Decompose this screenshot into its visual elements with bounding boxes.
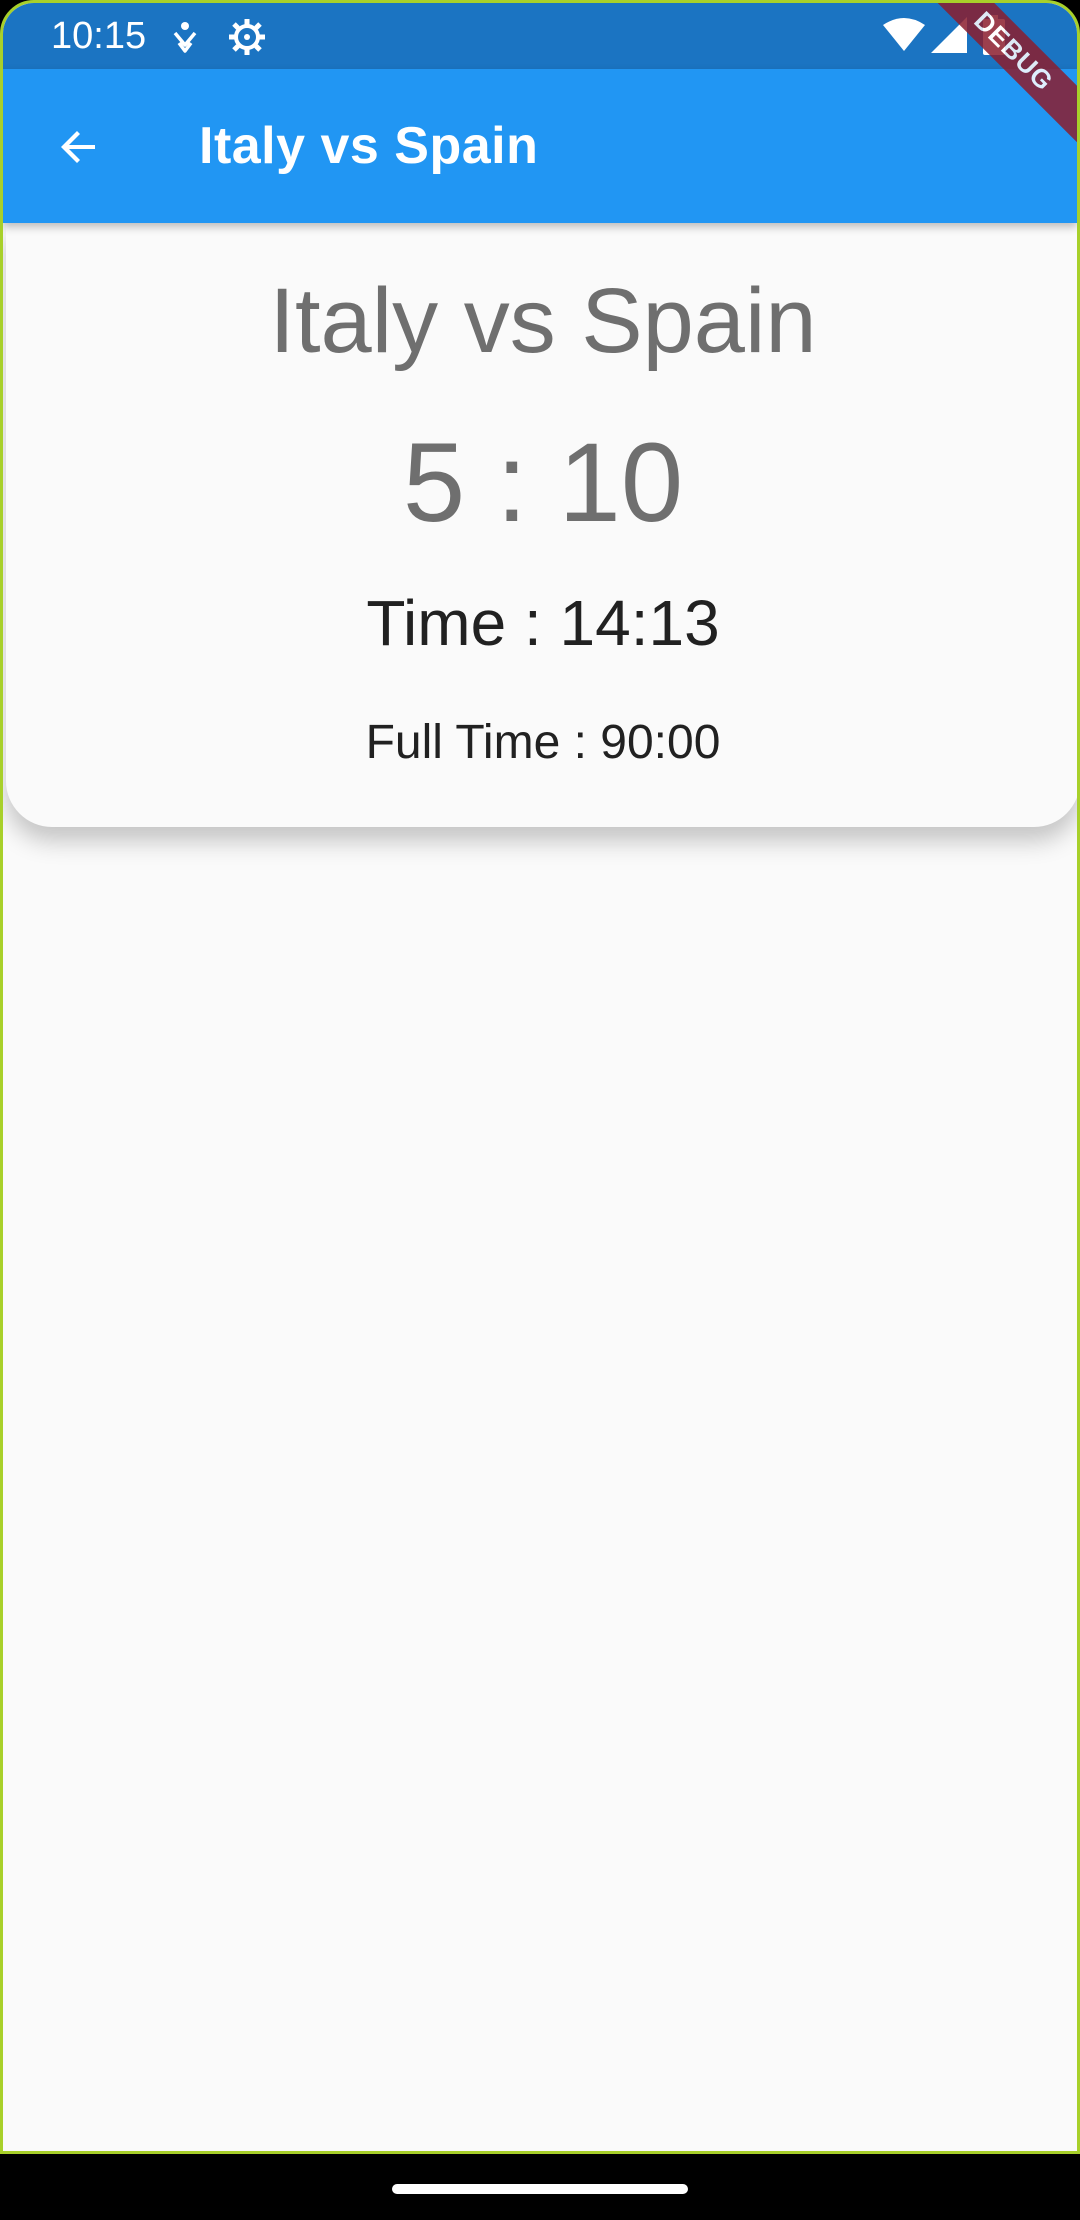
home-indicator[interactable] — [392, 2184, 688, 2194]
match-elapsed-time: Time : 14:13 — [366, 587, 720, 659]
back-button[interactable] — [31, 99, 127, 195]
match-title: Italy vs Spain — [269, 270, 817, 372]
match-card: Italy vs Spain 5 : 10 Time : 14:13 Full … — [6, 223, 1077, 827]
arrow-back-icon — [61, 131, 95, 163]
settings-gear-icon — [229, 19, 265, 55]
app-screen: 10:15 Italy vs Spain DEBUG Italy vs Spai… — [0, 0, 1080, 2154]
match-score: 5 : 10 — [402, 420, 684, 545]
app-bar: Italy vs Spain — [3, 69, 1077, 223]
app-bar-title: Italy vs Spain — [199, 117, 539, 175]
system-navigation-bar — [0, 2154, 1080, 2220]
status-time: 10:15 — [51, 15, 147, 57]
status-bar: 10:15 — [3, 3, 1077, 69]
wifi-icon — [883, 18, 925, 51]
accessibility-icon — [173, 22, 197, 53]
match-full-time: Full Time : 90:00 — [365, 716, 721, 769]
